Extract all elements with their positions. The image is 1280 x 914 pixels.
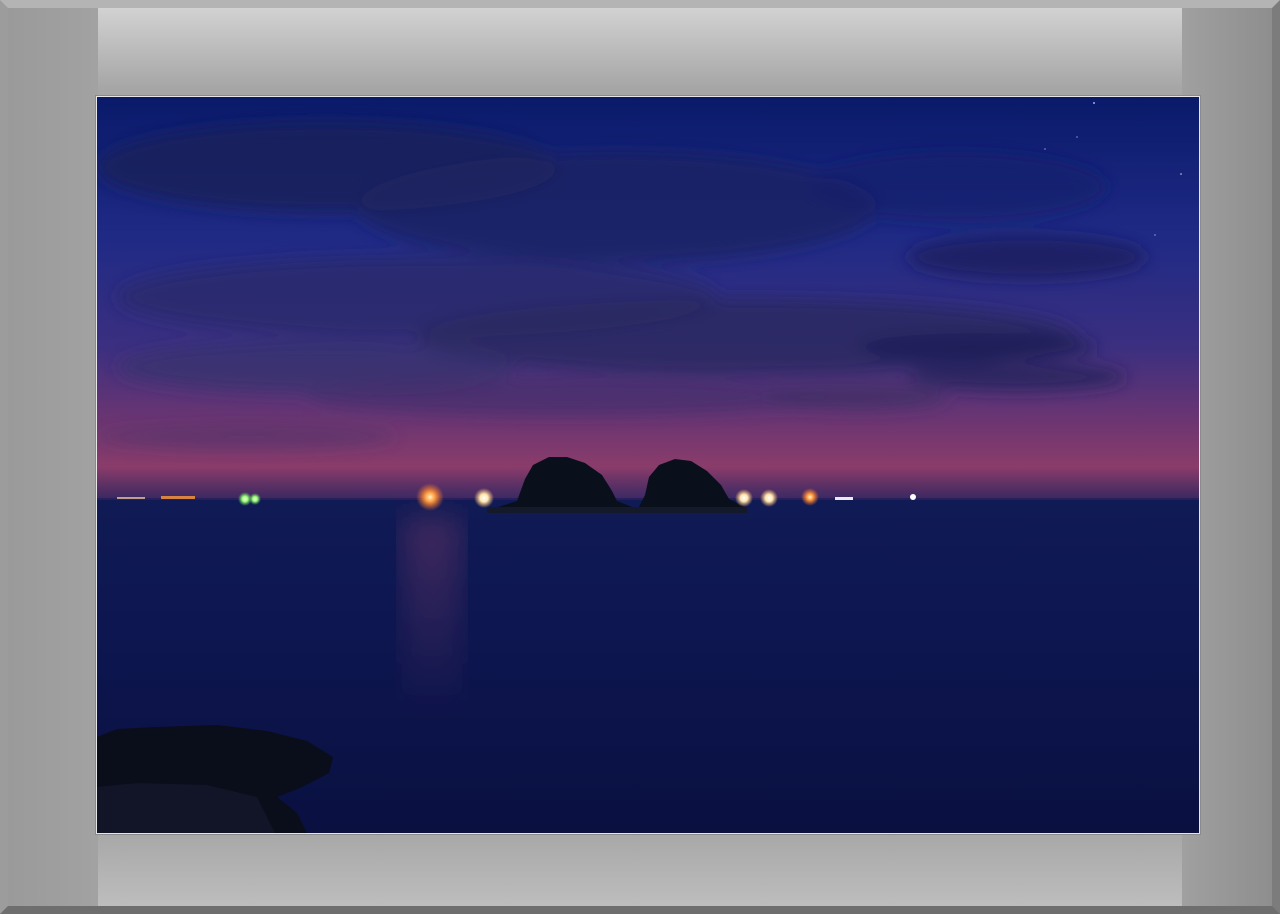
seascape-image [97, 97, 1199, 833]
boat-light [117, 497, 145, 499]
boat-light [161, 496, 195, 499]
boat-light [416, 483, 444, 511]
photo-frame [0, 0, 1280, 914]
boat-light [474, 488, 494, 508]
light-reflection [402, 517, 462, 717]
boat-light [910, 494, 916, 500]
frame-left-edge [8, 8, 98, 906]
boat-light [835, 497, 853, 500]
boat-light [249, 493, 261, 505]
boat-light [760, 489, 778, 507]
boat-light [735, 489, 753, 507]
photograph [95, 95, 1201, 835]
boat-light [801, 488, 819, 506]
foreground-rocks [97, 725, 333, 833]
